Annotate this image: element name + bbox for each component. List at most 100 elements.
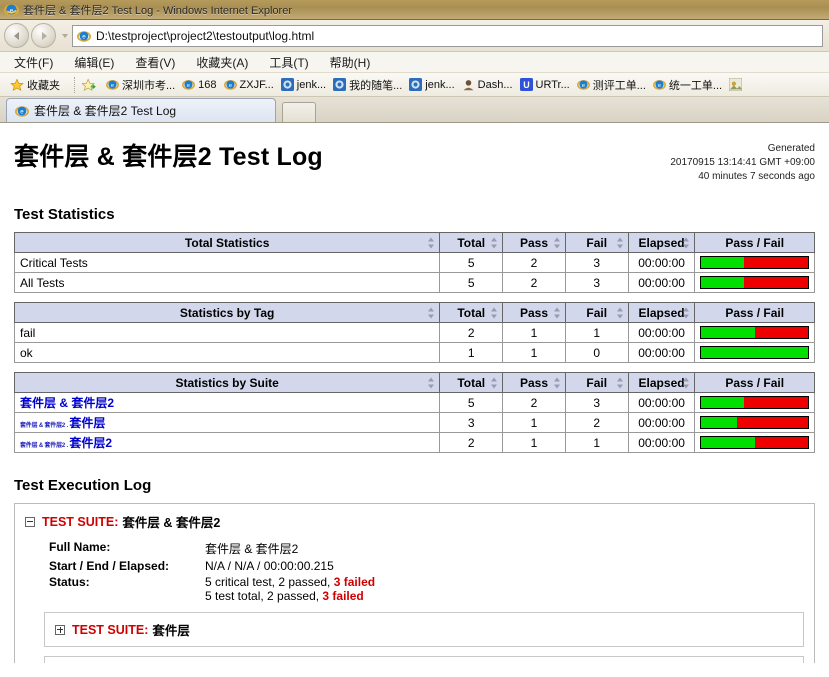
favorite-link[interactable]: 我的随笔... <box>333 77 402 93</box>
sort-icon[interactable] <box>553 377 561 388</box>
generated-info: Generated 20170915 13:14:41 GMT +09:00 4… <box>670 137 815 184</box>
forward-button[interactable] <box>31 23 56 48</box>
svg-text:e: e <box>111 83 114 89</box>
favorite-link[interactable]: jenk... <box>280 78 327 91</box>
column-header-total[interactable]: Total <box>439 372 504 393</box>
collapse-icon[interactable] <box>25 516 35 527</box>
suite-link[interactable]: 套件层 & 套件层2 <box>20 396 114 410</box>
column-header-total[interactable]: Total <box>439 232 504 253</box>
favorite-label: 我的随笔... <box>349 79 403 92</box>
total-statistics-table: Total Statistics Total Pass Fail Elapsed… <box>13 232 815 293</box>
table-row: Critical Tests 5 2 3 00:00:00 <box>13 252 815 273</box>
row-fail: 3 <box>564 252 629 273</box>
recent-pages-dropdown-icon[interactable] <box>58 26 72 46</box>
report-header: 套件层 & 套件层2 Test Log Generated 20170915 1… <box>14 123 815 184</box>
menu-item-tools[interactable]: 工具(T) <box>269 54 308 71</box>
svg-text:e: e <box>582 83 585 89</box>
suite-link[interactable]: 套件层 <box>69 416 105 430</box>
u-icon: U <box>519 78 533 91</box>
full-name-value: 套件层 & 套件层2 <box>205 542 299 556</box>
favorites-center-button[interactable]: 收藏夹 <box>10 77 60 93</box>
sort-icon[interactable] <box>428 307 435 318</box>
column-header-name[interactable]: Statistics by Tag <box>13 302 441 323</box>
column-header-pass[interactable]: Pass <box>502 232 566 253</box>
favorites-label: 收藏夹 <box>27 79 60 92</box>
row-name: Critical Tests <box>13 252 441 273</box>
menu-item-edit[interactable]: 编辑(E) <box>74 54 114 71</box>
column-header-pass[interactable]: Pass <box>502 372 566 393</box>
new-tab-button[interactable] <box>282 102 316 122</box>
favorite-label: URTr... <box>535 78 570 91</box>
favorite-link[interactable]: e ZXJF... <box>223 78 274 91</box>
row-name: All Tests <box>13 272 441 293</box>
favorite-link[interactable]: e 168 <box>182 78 217 91</box>
status-failed-count: 3 failed <box>333 575 376 589</box>
sort-icon[interactable] <box>428 377 435 388</box>
sort-icon[interactable] <box>491 377 498 388</box>
sort-icon[interactable] <box>491 307 498 318</box>
column-header-pass-fail: Pass / Fail <box>694 302 815 323</box>
favorite-link[interactable]: e 深圳市考... <box>106 77 175 93</box>
favorite-label: jenk... <box>296 78 327 91</box>
menu-item-view[interactable]: 查看(V) <box>135 54 175 71</box>
favorite-link[interactable]: U URTr... <box>519 78 570 91</box>
sort-icon[interactable] <box>616 307 624 318</box>
favorite-link[interactable]: jenk... <box>409 78 455 91</box>
column-header-name[interactable]: Total Statistics <box>13 232 441 253</box>
ie-icon: e <box>652 78 666 91</box>
favorite-link[interactable]: e 测评工单... <box>576 77 646 93</box>
column-header-fail[interactable]: Fail <box>564 302 629 323</box>
tab-test-log[interactable]: e 套件层 & 套件层2 Test Log <box>6 98 276 122</box>
row-pass-fail-bar <box>694 342 815 363</box>
sort-icon[interactable] <box>616 377 624 388</box>
suite-link[interactable]: 套件层2 <box>69 436 112 450</box>
row-elapsed: 00:00:00 <box>627 322 696 343</box>
sort-icon[interactable] <box>553 307 561 318</box>
menu-item-file[interactable]: 文件(F) <box>14 54 53 71</box>
expand-icon[interactable] <box>55 624 65 635</box>
row-pass-fail-bar <box>694 412 815 433</box>
sort-icon[interactable] <box>616 237 624 248</box>
sort-icon[interactable] <box>683 307 690 318</box>
suite-parent-prefix: 套件层 & 套件层2 . <box>20 443 70 449</box>
column-header-elapsed[interactable]: Elapsed <box>627 232 696 253</box>
ie-icon: e <box>182 78 196 91</box>
suite-type-label: TEST SUITE: <box>72 622 149 637</box>
favorite-link-overflow[interactable] <box>729 78 745 91</box>
column-header-elapsed[interactable]: Elapsed <box>627 302 696 323</box>
title-bar: e 套件层 & 套件层2 Test Log - Windows Internet… <box>0 0 829 20</box>
sort-icon[interactable] <box>428 237 435 248</box>
table-header-row: Statistics by Suite Total Pass Fail Elap… <box>13 372 815 393</box>
column-header-name[interactable]: Statistics by Suite <box>13 372 441 393</box>
favorite-label: 测评工单... <box>592 79 646 92</box>
menu-item-favorites[interactable]: 收藏夹(A) <box>196 54 248 71</box>
address-bar[interactable]: e D:\testproject\project2\testoutput\log… <box>72 24 823 47</box>
column-header-pass[interactable]: Pass <box>502 302 566 323</box>
svg-text:e: e <box>20 108 24 115</box>
page-title: 套件层 & 套件层2 Test Log <box>14 143 323 171</box>
row-total: 5 <box>439 392 504 413</box>
back-button[interactable] <box>4 23 29 48</box>
favorite-link[interactable]: e 统一工单... <box>652 77 722 93</box>
column-header-elapsed[interactable]: Elapsed <box>627 372 696 393</box>
row-pass: 1 <box>502 412 566 433</box>
table-header-row: Total Statistics Total Pass Fail Elapsed… <box>13 232 815 253</box>
column-header-fail[interactable]: Fail <box>564 372 629 393</box>
row-total: 5 <box>439 252 504 273</box>
sort-icon[interactable] <box>553 237 561 248</box>
sort-icon[interactable] <box>491 237 498 248</box>
sort-icon[interactable] <box>683 237 690 248</box>
root-suite-header[interactable]: TEST SUITE: 套件层 & 套件层2 <box>25 512 804 531</box>
generic-site-icon <box>729 78 743 91</box>
star-add-icon <box>82 77 96 92</box>
column-header-total[interactable]: Total <box>439 302 504 323</box>
jenkins-icon <box>333 78 347 91</box>
favorite-link[interactable]: Dash... <box>462 78 513 91</box>
column-header-fail[interactable]: Fail <box>564 232 629 253</box>
add-to-favorites-bar-button[interactable] <box>82 77 99 92</box>
sort-icon[interactable] <box>683 377 690 388</box>
times-row: Start / End / Elapsed: N/A / N/A / 00:00… <box>25 559 804 573</box>
suite-name: 套件层 & 套件层2 <box>122 516 221 530</box>
menu-item-help[interactable]: 帮助(H) <box>330 54 371 71</box>
child-suite-header[interactable]: TEST SUITE: 套件层 <box>55 620 793 639</box>
